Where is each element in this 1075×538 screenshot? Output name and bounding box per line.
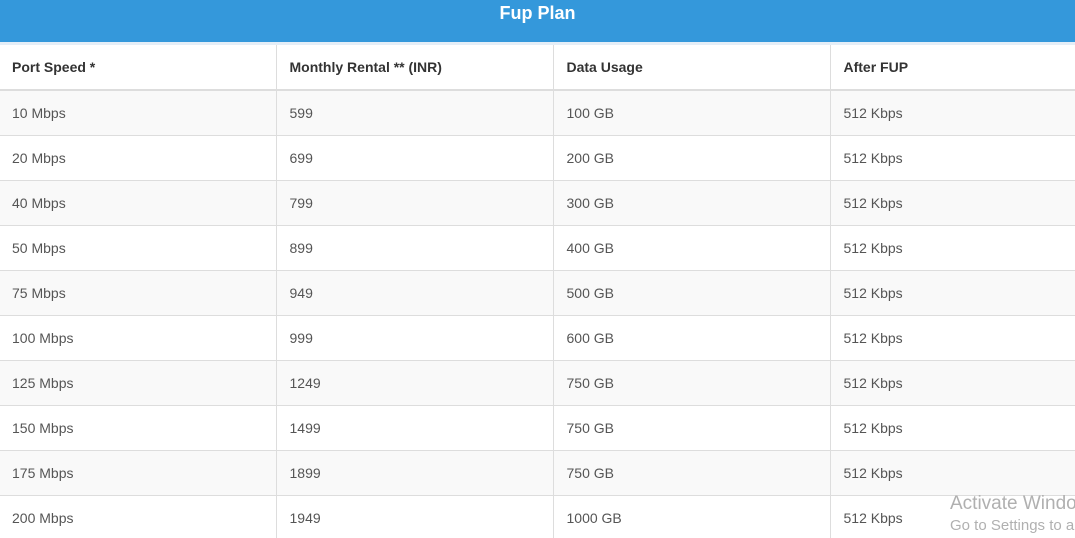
cell-data-usage: 400 GB <box>553 225 831 271</box>
cell-port-speed: 200 Mbps <box>0 495 277 538</box>
cell-port-speed: 40 Mbps <box>0 180 277 226</box>
cell-port-speed: 100 Mbps <box>0 315 277 361</box>
table-row: 125 Mbps 1249 750 GB 512 Kbps <box>0 360 1075 406</box>
cell-data-usage: 200 GB <box>553 135 831 181</box>
cell-after-fup: 512 Kbps <box>830 225 1075 271</box>
cell-monthly-rental: 699 <box>276 135 554 181</box>
column-header-port-speed: Port Speed * <box>0 45 277 91</box>
table-row: 100 Mbps 999 600 GB 512 Kbps <box>0 315 1075 361</box>
cell-port-speed: 20 Mbps <box>0 135 277 181</box>
page: Fup Plan Port Speed * Monthly Rental ** … <box>0 0 1075 538</box>
table-row: 175 Mbps 1899 750 GB 512 Kbps <box>0 450 1075 496</box>
column-header-data-usage: Data Usage <box>553 45 831 91</box>
cell-port-speed: 10 Mbps <box>0 90 277 136</box>
column-header-monthly-rental: Monthly Rental ** (INR) <box>276 45 554 91</box>
cell-after-fup: 512 Kbps <box>830 405 1075 451</box>
cell-after-fup: 512 Kbps <box>830 495 1075 538</box>
cell-monthly-rental: 1499 <box>276 405 554 451</box>
cell-monthly-rental: 949 <box>276 270 554 316</box>
cell-data-usage: 750 GB <box>553 360 831 406</box>
table-row: 20 Mbps 699 200 GB 512 Kbps <box>0 135 1075 181</box>
table-row: 40 Mbps 799 300 GB 512 Kbps <box>0 180 1075 226</box>
cell-data-usage: 500 GB <box>553 270 831 316</box>
fup-plan-table: Port Speed * Monthly Rental ** (INR) Dat… <box>0 45 1075 538</box>
table-row: 50 Mbps 899 400 GB 512 Kbps <box>0 225 1075 271</box>
cell-port-speed: 75 Mbps <box>0 270 277 316</box>
table-row: 150 Mbps 1499 750 GB 512 Kbps <box>0 405 1075 451</box>
cell-port-speed: 125 Mbps <box>0 360 277 406</box>
cell-data-usage: 750 GB <box>553 405 831 451</box>
cell-after-fup: 512 Kbps <box>830 135 1075 181</box>
cell-port-speed: 150 Mbps <box>0 405 277 451</box>
cell-after-fup: 512 Kbps <box>830 180 1075 226</box>
cell-monthly-rental: 1949 <box>276 495 554 538</box>
column-header-after-fup: After FUP <box>830 45 1075 91</box>
plan-header: Fup Plan <box>0 0 1075 45</box>
cell-monthly-rental: 999 <box>276 315 554 361</box>
cell-after-fup: 512 Kbps <box>830 360 1075 406</box>
table-row: 10 Mbps 599 100 GB 512 Kbps <box>0 90 1075 136</box>
table-header-row: Port Speed * Monthly Rental ** (INR) Dat… <box>0 45 1075 91</box>
cell-data-usage: 1000 GB <box>553 495 831 538</box>
table-row: 200 Mbps 1949 1000 GB 512 Kbps <box>0 495 1075 538</box>
page-title: Fup Plan <box>499 3 576 23</box>
cell-after-fup: 512 Kbps <box>830 90 1075 136</box>
cell-data-usage: 300 GB <box>553 180 831 226</box>
cell-after-fup: 512 Kbps <box>830 315 1075 361</box>
cell-monthly-rental: 1899 <box>276 450 554 496</box>
cell-monthly-rental: 799 <box>276 180 554 226</box>
cell-port-speed: 175 Mbps <box>0 450 277 496</box>
cell-after-fup: 512 Kbps <box>830 270 1075 316</box>
cell-after-fup: 512 Kbps <box>830 450 1075 496</box>
cell-monthly-rental: 599 <box>276 90 554 136</box>
cell-data-usage: 600 GB <box>553 315 831 361</box>
cell-data-usage: 100 GB <box>553 90 831 136</box>
table-row: 75 Mbps 949 500 GB 512 Kbps <box>0 270 1075 316</box>
cell-monthly-rental: 899 <box>276 225 554 271</box>
cell-data-usage: 750 GB <box>553 450 831 496</box>
cell-port-speed: 50 Mbps <box>0 225 277 271</box>
cell-monthly-rental: 1249 <box>276 360 554 406</box>
